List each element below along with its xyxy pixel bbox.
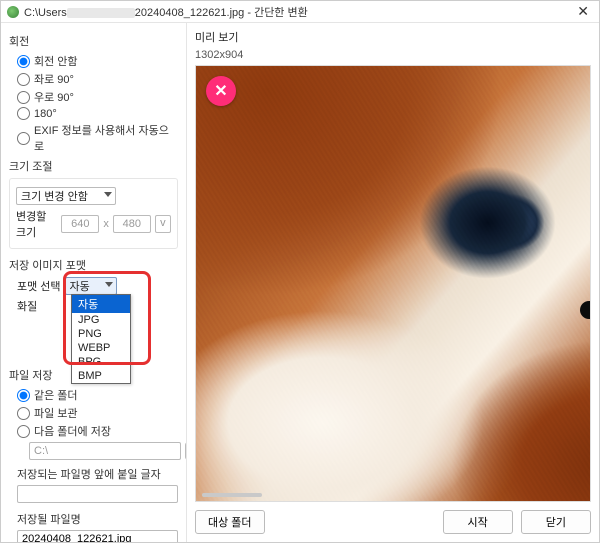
app-icon: [7, 6, 19, 18]
preview-close-badge[interactable]: ✕: [206, 76, 236, 106]
preview-image: [196, 66, 590, 501]
rotation-right90-radio[interactable]: [17, 91, 30, 104]
preview-image-box[interactable]: ✕: [195, 65, 591, 502]
path-redacted: [67, 8, 135, 18]
rotation-exif-radio[interactable]: [17, 132, 30, 145]
save-same-folder-radio[interactable]: [17, 389, 30, 402]
resize-mode-select[interactable]: 크기 변경 안함: [16, 187, 116, 205]
resize-group-title: 크기 조절: [9, 158, 178, 174]
preview-label: 미리 보기: [195, 29, 591, 45]
rotation-none[interactable]: 회전 안함: [17, 53, 178, 69]
chevron-down-icon: [104, 192, 112, 197]
save-keep-radio[interactable]: [17, 407, 30, 420]
rotation-exif[interactable]: EXIF 정보를 사용해서 자동으로: [17, 122, 178, 154]
bottom-bar: 대상 폴더 시작 닫기: [195, 502, 591, 534]
save-next-folder-radio[interactable]: [17, 425, 30, 438]
format-option-png[interactable]: PNG: [72, 327, 130, 341]
chevron-down-icon: [105, 282, 113, 287]
format-select[interactable]: 자동: [65, 277, 117, 295]
format-dropdown[interactable]: 자동 JPG PNG WEBP BPG BMP: [71, 294, 131, 384]
preview-edge-dot: [580, 301, 591, 319]
settings-panel: 회전 회전 안함 좌로 90° 우로 90° 180° EXIF 정보를 사용해…: [1, 23, 187, 542]
filename-prefix-input[interactable]: [17, 485, 178, 503]
save-same-folder[interactable]: 같은 폴더: [17, 387, 178, 403]
format-quality-label: 화질: [17, 298, 37, 314]
rotation-left90[interactable]: 좌로 90°: [17, 71, 178, 87]
rotation-none-radio[interactable]: [17, 55, 30, 68]
resize-width-input[interactable]: [61, 215, 99, 233]
target-folder-button[interactable]: 대상 폴더: [195, 510, 265, 534]
close-button[interactable]: 닫기: [521, 510, 591, 534]
save-next-folder[interactable]: 다음 폴더에 저장: [17, 423, 178, 439]
titlebar: C:\Users20240408_122621.jpg - 간단한 변환 ✕: [1, 1, 599, 23]
preview-panel: 미리 보기 1302x904 ✕ 대상 폴더 시작 닫기: [187, 23, 599, 542]
format-option-bmp[interactable]: BMP: [72, 369, 130, 383]
resize-height-input[interactable]: [113, 215, 151, 233]
x-icon: ✕: [214, 81, 227, 101]
format-option-auto[interactable]: 자동: [72, 295, 130, 313]
result-filename-label: 저장될 파일명: [17, 511, 178, 527]
rotation-right90[interactable]: 우로 90°: [17, 89, 178, 105]
format-select-label: 포맷 선택: [17, 278, 61, 294]
save-keep[interactable]: 파일 보관: [17, 405, 178, 421]
save-path-input[interactable]: [29, 442, 181, 460]
close-icon[interactable]: ✕: [573, 3, 593, 20]
rotation-180-radio[interactable]: [17, 107, 30, 120]
format-option-jpg[interactable]: JPG: [72, 313, 130, 327]
start-button[interactable]: 시작: [443, 510, 513, 534]
rotation-group-title: 회전: [9, 33, 178, 49]
result-filename: [17, 530, 178, 542]
preview-scrollbar-h[interactable]: [202, 493, 262, 497]
resize-target-label: 변경할 크기: [16, 208, 57, 240]
rotation-left90-radio[interactable]: [17, 73, 30, 86]
format-option-bpg[interactable]: BPG: [72, 355, 130, 369]
filename-prefix-label: 저장되는 파일명 앞에 붙일 글자: [17, 466, 178, 482]
rotation-180[interactable]: 180°: [17, 107, 178, 120]
format-group-title: 저장 이미지 포맷: [9, 257, 178, 273]
preview-dimensions: 1302x904: [195, 49, 591, 61]
window-title: C:\Users20240408_122621.jpg - 간단한 변환: [24, 4, 573, 20]
format-option-webp[interactable]: WEBP: [72, 341, 130, 355]
resize-unit[interactable]: v: [155, 215, 171, 233]
